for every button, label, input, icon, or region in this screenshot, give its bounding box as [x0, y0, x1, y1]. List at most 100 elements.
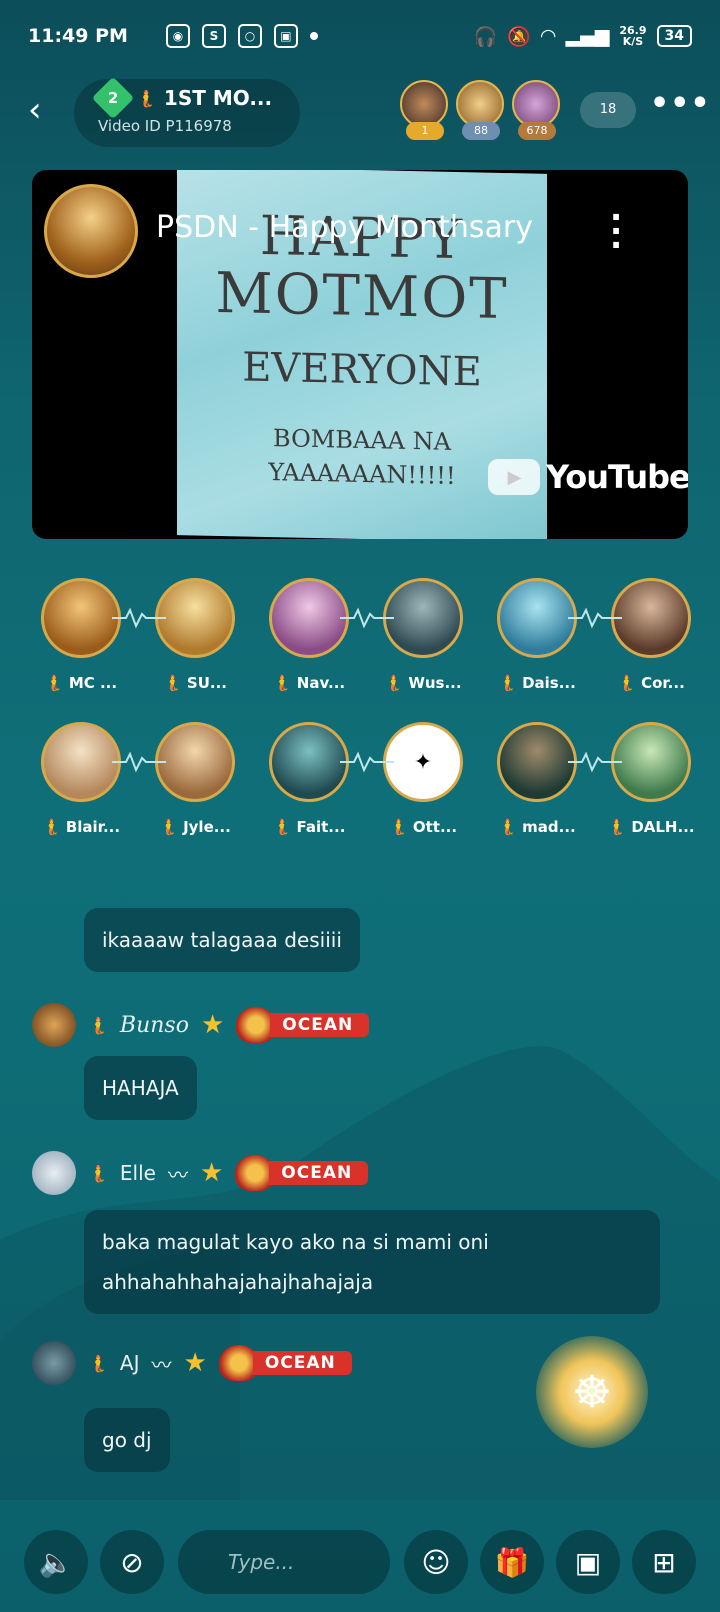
seat[interactable]: 🧜 SU... [138, 578, 252, 722]
avatar [41, 722, 121, 802]
avatar [41, 578, 121, 658]
top-user-3[interactable]: 678 [512, 80, 564, 140]
rank-tag: 1 [406, 122, 444, 140]
notification-icons: ◉ S ○ ▣ [165, 24, 318, 48]
youtube-logo[interactable]: ▶ YouTube [488, 458, 688, 496]
lotus-gift-icon[interactable]: ☸ [536, 1336, 648, 1448]
back-arrow-icon[interactable]: ‹ [28, 88, 64, 132]
seat[interactable]: 🧜 Fait... [252, 722, 366, 866]
chat-message: baka magulat kayo ako na si mami oni ahh… [84, 1210, 660, 1314]
avatar [497, 578, 577, 658]
username[interactable]: Elle [120, 1161, 156, 1185]
message-header: 🧜 Elle 〰 ★ OCEAN [32, 1150, 692, 1196]
mermaid-icon: 🧜 [88, 1353, 108, 1373]
seat[interactable]: 🧜 Blair... [24, 722, 138, 866]
member-count[interactable]: 18 [580, 92, 636, 128]
message-input[interactable]: Type... [178, 1530, 390, 1594]
room-info[interactable]: 2 🧜 1ST MO... Video ID P116978 [74, 76, 300, 147]
top-user-1[interactable]: 1 [400, 80, 452, 140]
seat[interactable]: 🧜 MC ... [24, 578, 138, 722]
avatar [456, 80, 504, 128]
room-level-badge: 2 [91, 76, 135, 120]
contacts-icon: ▣ [273, 24, 298, 48]
username[interactable]: Bunso [120, 1013, 189, 1038]
play-icon: ▶ [488, 459, 540, 495]
rank-tag: 678 [518, 122, 556, 140]
top-contributors: 1 88 678 [400, 80, 564, 140]
ocean-badge: OCEAN [236, 1007, 370, 1043]
avatar [611, 722, 691, 802]
channel-avatar[interactable] [44, 184, 138, 278]
mute-icon: 🔕 [507, 25, 531, 48]
chat-message: go dj [84, 1408, 170, 1472]
apps-grid-icon[interactable]: ⊞ [632, 1530, 696, 1594]
top-user-2[interactable]: 88 [456, 80, 508, 140]
bottom-toolbar: 🔈 ⊘ Type... ☺ 🎁 ▣ ⊞ [0, 1526, 720, 1596]
gift-icon[interactable]: 🎁 [480, 1530, 544, 1594]
video-title: PSDN - Happy Monthsary [156, 210, 534, 245]
status-bar: 11:49 PM ◉ S ○ ▣ 🎧 🔕 ◠ ▂▄▆ 26.9 K/S 34 [0, 0, 720, 72]
heartbeat-link-icon [112, 607, 166, 629]
wave-icon: 〰 [167, 1162, 188, 1187]
seat[interactable]: 🧜 Jyle... [138, 722, 252, 866]
heartbeat-link-icon [568, 751, 622, 773]
video-player[interactable]: HAPPY MOTMOT EVERYONE BOMBAAA NA YAAAAAAN… [32, 170, 688, 539]
heartbeat-link-icon [340, 607, 394, 629]
star-badge-icon: ★ [200, 1010, 225, 1040]
mic-seats: 🧜 MC ... 🧜 SU... 🧜 Nav... 🧜 Wus... 🧜 Dai… [24, 578, 700, 866]
message-header: 🧜 Bunso ★ OCEAN [32, 1002, 692, 1048]
more-notifications-icon [309, 32, 318, 40]
chat-message: HAHAJA [84, 1056, 197, 1120]
room-name: 1ST MO... [163, 86, 273, 110]
avatar [155, 578, 235, 658]
ocean-badge: OCEAN [235, 1155, 369, 1191]
username[interactable]: AJ [120, 1351, 140, 1375]
seat[interactable]: ✦ 🧜 Ott... [366, 722, 480, 866]
room-header: ‹ 2 🧜 1ST MO... Video ID P116978 1 88 67… [0, 76, 720, 148]
mermaid-icon: 🧜 [136, 88, 156, 108]
seat[interactable]: 🧜 Wus... [366, 578, 480, 722]
room-id: Video ID P116978 [98, 117, 232, 135]
heartbeat-link-icon [568, 607, 622, 629]
avatar [400, 80, 448, 128]
seat[interactable]: 🧜 mad... [480, 722, 594, 866]
user-avatar[interactable] [32, 1003, 76, 1047]
shopee-icon: S [201, 24, 226, 48]
avatar: ✦ [383, 722, 463, 802]
mic-off-icon[interactable]: ⊘ [100, 1530, 164, 1594]
instagram-icon: ○ [237, 24, 262, 48]
net-speed: 26.9 K/S [619, 24, 647, 48]
headset-icon: 🎧 [473, 25, 498, 48]
rank-tag: 88 [462, 122, 500, 140]
seat[interactable]: 🧜 DALH... [594, 722, 708, 866]
avatar [269, 722, 349, 802]
seat[interactable]: 🧜 Cor... [594, 578, 708, 722]
avatar [611, 578, 691, 658]
camera-icon[interactable]: ▣ [556, 1530, 620, 1594]
heartbeat-link-icon [340, 751, 394, 773]
emoji-icon[interactable]: ☺ [404, 1530, 468, 1594]
wave-icon: 〰 [151, 1352, 172, 1377]
app-notification-icon: ◉ [165, 24, 190, 48]
mermaid-icon: 🧜 [88, 1015, 108, 1035]
avatar [269, 578, 349, 658]
user-avatar[interactable] [32, 1341, 76, 1385]
avatar [383, 578, 463, 658]
speaker-icon[interactable]: 🔈 [24, 1530, 88, 1594]
wifi-icon: ◠ [540, 25, 556, 47]
star-badge-icon: ★ [199, 1158, 224, 1188]
avatar [497, 722, 577, 802]
avatar [155, 722, 235, 802]
seat[interactable]: 🧜 Dais... [480, 578, 594, 722]
signal-icon: ▂▄▆ [565, 25, 610, 47]
video-menu-icon[interactable]: · · · [610, 201, 622, 261]
user-avatar[interactable] [32, 1151, 76, 1195]
seat[interactable]: 🧜 Nav... [252, 578, 366, 722]
status-time: 11:49 PM [28, 25, 128, 47]
heartbeat-link-icon [112, 751, 166, 773]
chat-message: ikaaaaw talagaaa desiiii [84, 908, 360, 972]
more-options-icon[interactable]: ••• [650, 86, 711, 121]
battery-icon: 34 [656, 25, 692, 47]
mermaid-icon: 🧜 [88, 1163, 108, 1183]
avatar [512, 80, 560, 128]
